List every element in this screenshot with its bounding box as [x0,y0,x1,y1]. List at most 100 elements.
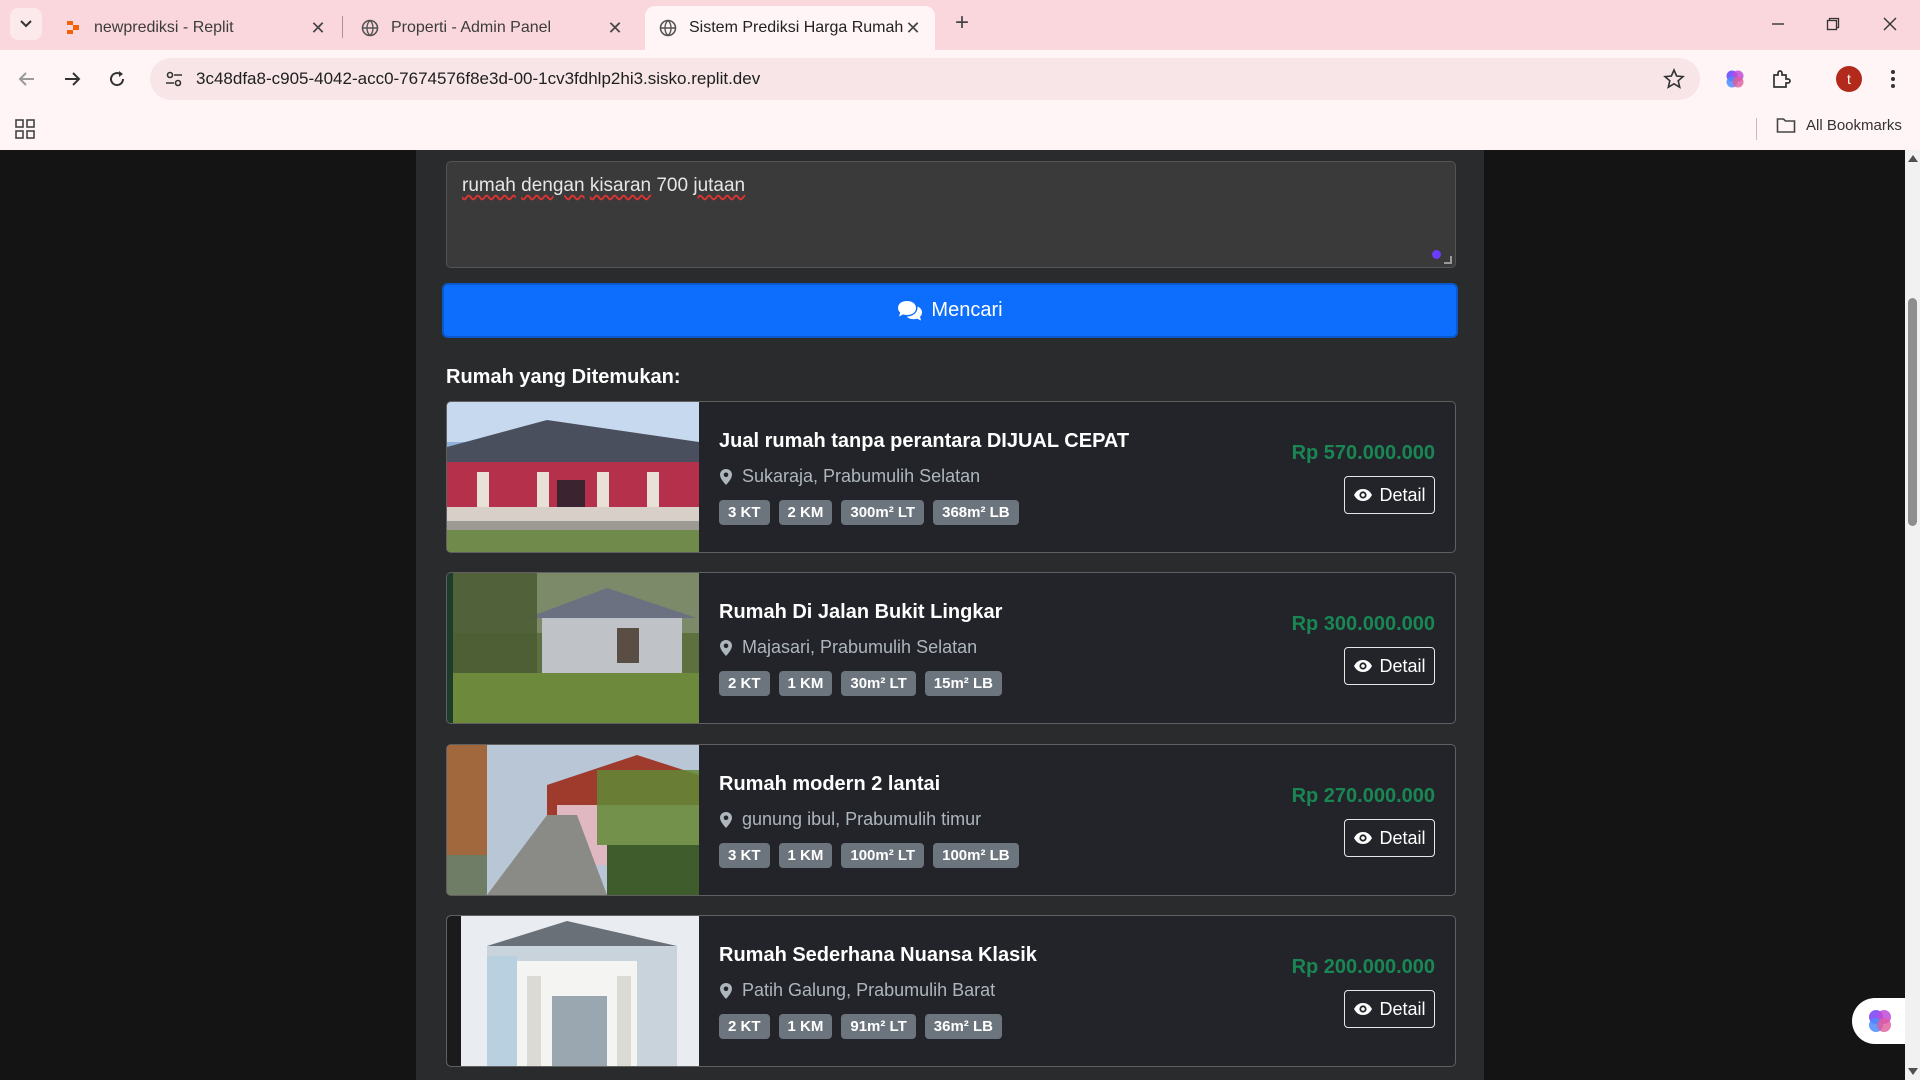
page-viewport: rumah dengan kisaran 700 jutaan Mencari … [0,150,1905,1080]
resize-handle[interactable] [1444,256,1452,264]
property-title: Jual rumah tanpa perantara DIJUAL CEPAT [719,430,1130,452]
detail-button[interactable]: Detail [1344,476,1435,514]
tab-divider [342,16,343,38]
property-photo[interactable] [447,573,699,723]
property-photo[interactable] [447,916,699,1066]
detail-button[interactable]: Detail [1344,990,1435,1028]
property-badges: 3 KT 2 KM 300m² LT 368m² LB [719,500,1019,525]
bookmarks-bar: All Bookmarks [0,108,1920,150]
bedrooms-badge: 2 KT [719,1014,770,1039]
forward-icon[interactable] [57,64,87,94]
search-textarea[interactable]: rumah dengan kisaran 700 jutaan [446,161,1456,268]
close-icon[interactable]: ✕ [903,18,923,38]
address-bar[interactable]: 3c48dfa8-c905-4042-acc0-7674576f8e3d-00-… [150,58,1700,100]
property-title: Rumah Sederhana Nuansa Klasik [719,944,1037,966]
detail-label: Detail [1379,998,1426,1019]
property-card: Rumah modern 2 lantai gunung ibul, Prabu… [446,744,1456,896]
back-icon[interactable] [12,64,42,94]
close-icon[interactable]: ✕ [605,18,625,38]
property-card: Jual rumah tanpa perantara DIJUAL CEPAT … [446,401,1456,553]
query-text: 700 [651,175,694,196]
folder-icon [1776,118,1796,133]
chevron-down-icon [20,20,32,28]
eye-icon [1354,489,1373,501]
property-location: gunung ibul, Prabumulih timur [719,809,981,830]
query-word: dengan [521,175,585,196]
bedrooms-badge: 3 KT [719,843,770,868]
all-bookmarks-button[interactable]: All Bookmarks [1776,116,1902,134]
property-photo[interactable] [447,745,699,895]
results-heading: Rumah yang Ditemukan: [446,366,681,388]
new-tab-button[interactable]: + [950,11,974,36]
location-text: Sukaraja, Prabumulih Selatan [742,466,981,486]
building-area-badge: 36m² LB [924,1014,1002,1039]
property-price: Rp 270.000.000 [1291,785,1435,807]
search-button-label: Mencari [931,299,1003,321]
property-title: Rumah modern 2 lantai [719,773,941,795]
property-badges: 2 KT 1 KM 91m² LT 36m² LB [719,1014,1002,1039]
property-badges: 3 KT 1 KM 100m² LT 100m² LB [719,843,1019,868]
property-price: Rp 200.000.000 [1291,956,1435,978]
building-area-badge: 100m² LB [933,843,1019,868]
building-area-badge: 368m² LB [933,500,1019,525]
grammarly-indicator-icon[interactable] [1432,250,1441,259]
query-word: jutaan [693,175,746,196]
property-photo[interactable] [447,402,699,552]
tab-strip: newprediksi - Replit ✕ Properti - Admin … [0,0,1920,50]
bookmarks-divider [1756,118,1757,140]
gemini-extension-icon[interactable] [1720,64,1750,94]
site-settings-icon[interactable] [162,67,186,91]
tab-prediksi-active[interactable]: Sistem Prediksi Harga Rumah ✕ [645,6,935,50]
extensions-puzzle-icon[interactable] [1766,64,1796,94]
map-marker-icon [720,811,732,828]
property-location: Majasari, Prabumulih Selatan [719,637,977,658]
bedrooms-badge: 2 KT [719,671,770,696]
scroll-up-arrow-icon[interactable] [1908,155,1918,162]
building-area-badge: 15m² LB [924,671,1002,696]
bathrooms-badge: 2 KM [778,500,833,525]
apps-grid-icon[interactable] [14,118,36,140]
land-area-badge: 30m² LT [841,671,916,696]
search-button[interactable]: Mencari [442,283,1458,338]
location-text: Patih Galung, Prabumulih Barat [742,980,996,1000]
brain-icon [1869,1010,1891,1032]
detail-button[interactable]: Detail [1344,819,1435,857]
scroll-down-arrow-icon[interactable] [1908,1068,1918,1075]
eye-icon [1354,832,1373,844]
profile-avatar[interactable]: t [1836,66,1862,92]
page-scrollbar[interactable] [1905,150,1920,1080]
land-area-badge: 300m² LT [841,500,925,525]
replit-icon [64,19,82,37]
bathrooms-badge: 1 KM [778,671,833,696]
detail-label: Detail [1379,484,1426,505]
detail-label: Detail [1379,655,1426,676]
eye-icon [1354,660,1373,672]
bathrooms-badge: 1 KM [778,1014,833,1039]
ai-assistant-float-button[interactable] [1852,998,1908,1044]
property-badges: 2 KT 1 KM 30m² LT 15m² LB [719,671,1002,696]
location-text: Majasari, Prabumulih Selatan [742,637,978,657]
tab-admin-panel[interactable]: Properti - Admin Panel ✕ [347,6,637,50]
detail-button[interactable]: Detail [1344,647,1435,685]
query-word: rumah [462,175,516,196]
property-title: Rumah Di Jalan Bukit Lingkar [719,601,1003,623]
property-location: Patih Galung, Prabumulih Barat [719,980,995,1001]
reload-icon[interactable] [102,64,132,94]
close-window-icon[interactable] [1878,12,1902,36]
tab-search-button[interactable] [10,8,42,40]
url-text[interactable]: 3c48dfa8-c905-4042-acc0-7674576f8e3d-00-… [196,69,760,89]
tab-replit[interactable]: newprediksi - Replit ✕ [50,6,340,50]
minimize-icon[interactable] [1766,12,1790,36]
bookmark-star-icon[interactable] [1662,67,1686,91]
map-marker-icon [720,468,732,485]
restore-icon[interactable] [1821,12,1845,36]
globe-icon [361,19,379,37]
map-marker-icon [720,639,732,656]
scrollbar-thumb[interactable] [1908,298,1917,526]
menu-kebab-icon[interactable] [1878,64,1908,94]
property-price: Rp 570.000.000 [1291,442,1435,464]
tab-title: newprediksi - Replit [94,19,234,36]
property-card: Rumah Di Jalan Bukit Lingkar Majasari, P… [446,572,1456,724]
close-icon[interactable]: ✕ [308,18,328,38]
main-container: rumah dengan kisaran 700 jutaan Mencari … [416,150,1484,1080]
